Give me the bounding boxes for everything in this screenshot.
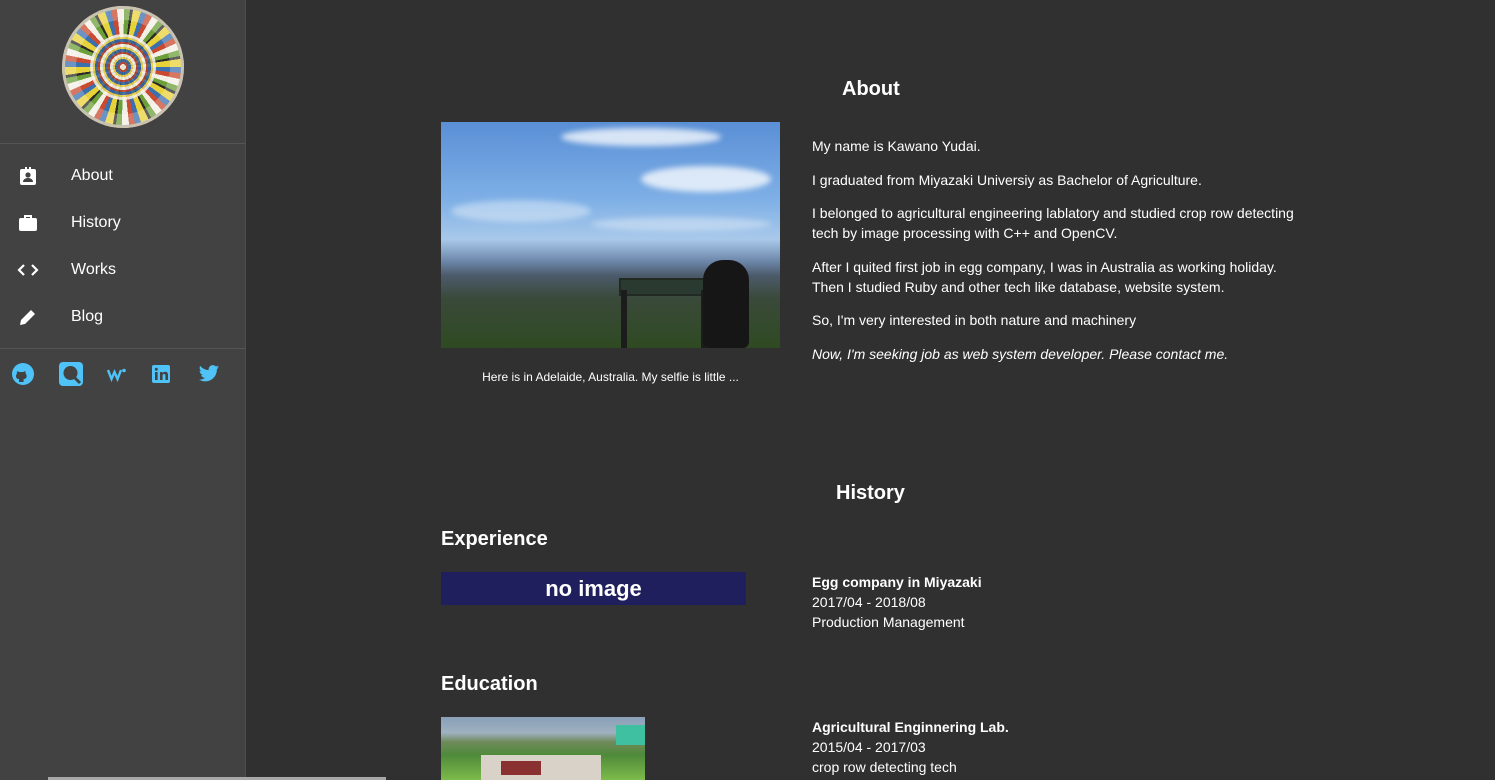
contact-card-icon (17, 165, 39, 187)
main-content: About Here is in Adelaide, Australia. My… (247, 0, 1495, 780)
sidebar: About History Works Blog (0, 0, 246, 780)
avatar[interactable] (61, 5, 184, 128)
about-paragraph: My name is Kawano Yudai. (812, 138, 981, 154)
about-paragraph-contact: Now, I'm seeking job as web system devel… (812, 345, 1229, 362)
entry-period: 2017/04 - 2018/08 (812, 594, 926, 610)
sidebar-item-label: Blog (71, 307, 104, 325)
linkedin-icon[interactable] (151, 361, 198, 387)
sidebar-item-about[interactable]: About (0, 152, 245, 199)
twitter-icon[interactable] (198, 361, 245, 387)
photo-caption: Here is in Adelaide, Australia. My selfi… (482, 370, 739, 384)
entry-name: Egg company in Miyazaki (812, 574, 982, 590)
sidebar-item-works[interactable]: Works (0, 246, 245, 293)
entry-role: crop row detecting tech (812, 759, 957, 775)
about-text: My name is Kawano Yudai. I graduated fro… (812, 136, 1312, 377)
sidebar-item-blog[interactable]: Blog (0, 293, 245, 340)
briefcase-icon (17, 212, 39, 234)
experience-title: Experience (441, 528, 548, 550)
sidebar-nav: About History Works Blog (0, 144, 245, 349)
adelaide-photo (441, 122, 780, 348)
entry-role: Production Management (812, 614, 965, 630)
github-icon[interactable] (11, 361, 58, 387)
experience-entry: Egg company in Miyazaki 2017/04 - 2018/0… (812, 572, 982, 632)
about-paragraph: After I quited first job in egg company,… (812, 258, 1277, 295)
sidebar-item-label: History (71, 213, 121, 231)
sidebar-item-label: Works (71, 260, 117, 278)
qiita-icon[interactable] (58, 361, 105, 387)
lab-photo (441, 717, 645, 780)
education-title: Education (441, 673, 538, 695)
about-title: About (842, 78, 900, 100)
no-image-placeholder: no image (441, 572, 746, 605)
sidebar-item-label: About (71, 166, 113, 184)
pencil-icon (17, 306, 39, 328)
wantedly-icon[interactable] (105, 361, 152, 387)
about-paragraph: So, I'm very interested in both nature a… (812, 312, 1137, 328)
history-title: History (836, 482, 905, 504)
about-paragraph: I belonged to agricultural engineering l… (812, 205, 1294, 241)
social-links (0, 349, 245, 387)
education-entry: Agricultural Enginnering Lab. 2015/04 - … (812, 717, 1009, 777)
about-paragraph: I graduated from Miyazaki Universiy as B… (812, 171, 1202, 188)
code-brackets-icon (17, 259, 39, 281)
entry-period: 2015/04 - 2017/03 (812, 739, 926, 755)
avatar-container (0, 0, 245, 144)
sidebar-item-history[interactable]: History (0, 199, 245, 246)
entry-name: Agricultural Enginnering Lab. (812, 719, 1009, 735)
